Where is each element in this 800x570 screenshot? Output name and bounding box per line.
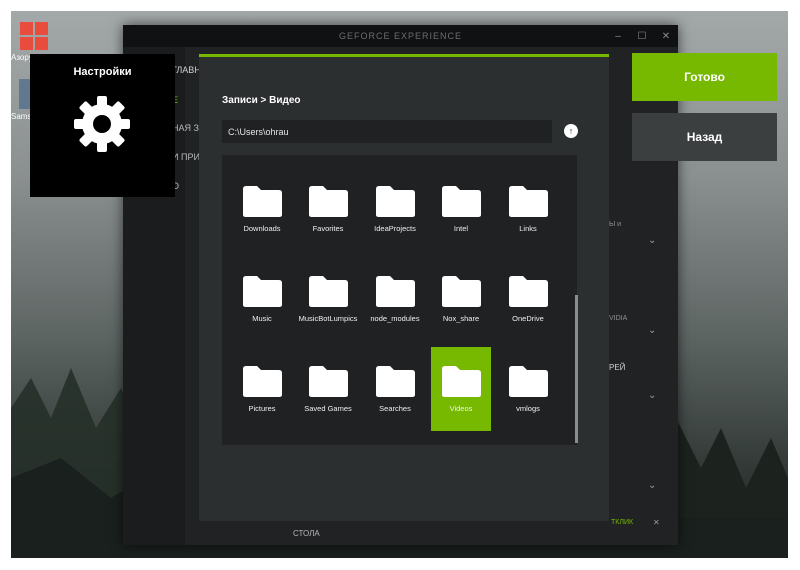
right-panel-text: Ы и: [609, 221, 622, 228]
chevron-down-icon[interactable]: ⌄: [648, 480, 656, 491]
done-button[interactable]: Готово: [632, 53, 777, 101]
folder-name: Saved Games: [304, 404, 352, 413]
desktop-background: Азору Samsu GEFORCE EXPERIENCE – ☐ ✕ ГЛА…: [11, 11, 788, 558]
folder-name: Pictures: [248, 404, 276, 413]
close-icon[interactable]: ✕: [653, 518, 660, 527]
folder-item[interactable]: Intel: [431, 167, 491, 251]
folder-item[interactable]: vmlogs: [498, 347, 558, 431]
folder-name: MusicBotLumpics: [298, 314, 358, 323]
scrollbar[interactable]: [575, 295, 578, 443]
right-panel-text: VIDIA: [609, 315, 628, 322]
settings-title: Настройки: [73, 66, 132, 78]
folder-icon: [243, 276, 282, 307]
chevron-down-icon[interactable]: ⌄: [648, 325, 656, 336]
folder-icon: [309, 276, 348, 307]
gear-icon: [74, 96, 130, 152]
window-title: GEFORCE EXPERIENCE: [338, 31, 463, 41]
folder-name: Music: [252, 314, 272, 323]
folder-icon: [309, 186, 348, 217]
folder-grid: Downloads Favorites IdeaProjects Intel Links…: [222, 155, 577, 445]
folder-icon: [509, 366, 548, 397]
folder-icon: [509, 186, 548, 217]
bottom-label: ТКЛИК: [611, 519, 634, 526]
maximize-icon[interactable]: ☐: [630, 25, 654, 47]
folder-item[interactable]: Favorites: [298, 167, 358, 251]
close-icon[interactable]: ✕: [654, 25, 678, 47]
folder-item[interactable]: node_modules: [365, 257, 425, 341]
folder-name: node_modules: [370, 314, 420, 323]
folder-item[interactable]: Downloads: [232, 167, 292, 251]
folder-item[interactable]: Pictures: [232, 347, 292, 431]
folder-icon: [376, 186, 415, 217]
folder-name: OneDrive: [512, 314, 544, 323]
chevron-down-icon[interactable]: ⌄: [648, 390, 656, 401]
folder-icon: [243, 186, 282, 217]
minimize-icon[interactable]: –: [606, 25, 630, 47]
folder-item[interactable]: Nox_share: [431, 257, 491, 341]
chevron-down-icon[interactable]: ⌄: [648, 235, 656, 246]
path-input[interactable]: [222, 120, 552, 143]
folder-name: Videos: [449, 404, 473, 413]
folder-name: Favorites: [312, 224, 344, 233]
folder-item[interactable]: Searches: [365, 347, 425, 431]
folder-name: vmlogs: [516, 404, 540, 413]
bottom-label: СТОЛА: [293, 529, 320, 538]
folder-name: Searches: [379, 404, 411, 413]
back-button[interactable]: Назад: [632, 113, 777, 161]
folder-name: Intel: [453, 224, 469, 233]
settings-tile: Настройки: [30, 54, 175, 197]
folder-item[interactable]: Videos: [431, 347, 491, 431]
folder-name: Downloads: [243, 224, 281, 233]
folder-item[interactable]: IdeaProjects: [365, 167, 425, 251]
folder-item[interactable]: Music: [232, 257, 292, 341]
folder-name: Links: [519, 224, 537, 233]
nav-item[interactable]: И ПРИ: [172, 152, 200, 162]
folder-icon: [309, 366, 348, 397]
folder-icon: [509, 276, 548, 307]
folder-icon: [243, 366, 282, 397]
folder-name: IdeaProjects: [374, 224, 416, 233]
folder-icon: [376, 366, 415, 397]
arrow-up-icon[interactable]: ↑: [564, 124, 578, 138]
windows-logo-icon[interactable]: [19, 21, 49, 51]
breadcrumb: Записи > Видео: [222, 95, 301, 106]
folder-icon: [442, 276, 481, 307]
right-panel-text: РЕЙ: [609, 363, 626, 372]
title-bar: GEFORCE EXPERIENCE – ☐ ✕: [123, 25, 678, 47]
folder-item[interactable]: MusicBotLumpics: [298, 257, 358, 341]
folder-item[interactable]: Links: [498, 167, 558, 251]
folder-icon: [376, 276, 415, 307]
folder-name: Nox_share: [442, 314, 480, 323]
folder-icon: [442, 366, 481, 397]
folder-item[interactable]: Saved Games: [298, 347, 358, 431]
folder-item[interactable]: OneDrive: [498, 257, 558, 341]
folder-icon: [442, 186, 481, 217]
folder-picker-dialog: Записи > Видео ↑ Downloads Favorites IdeaP…: [199, 54, 609, 521]
